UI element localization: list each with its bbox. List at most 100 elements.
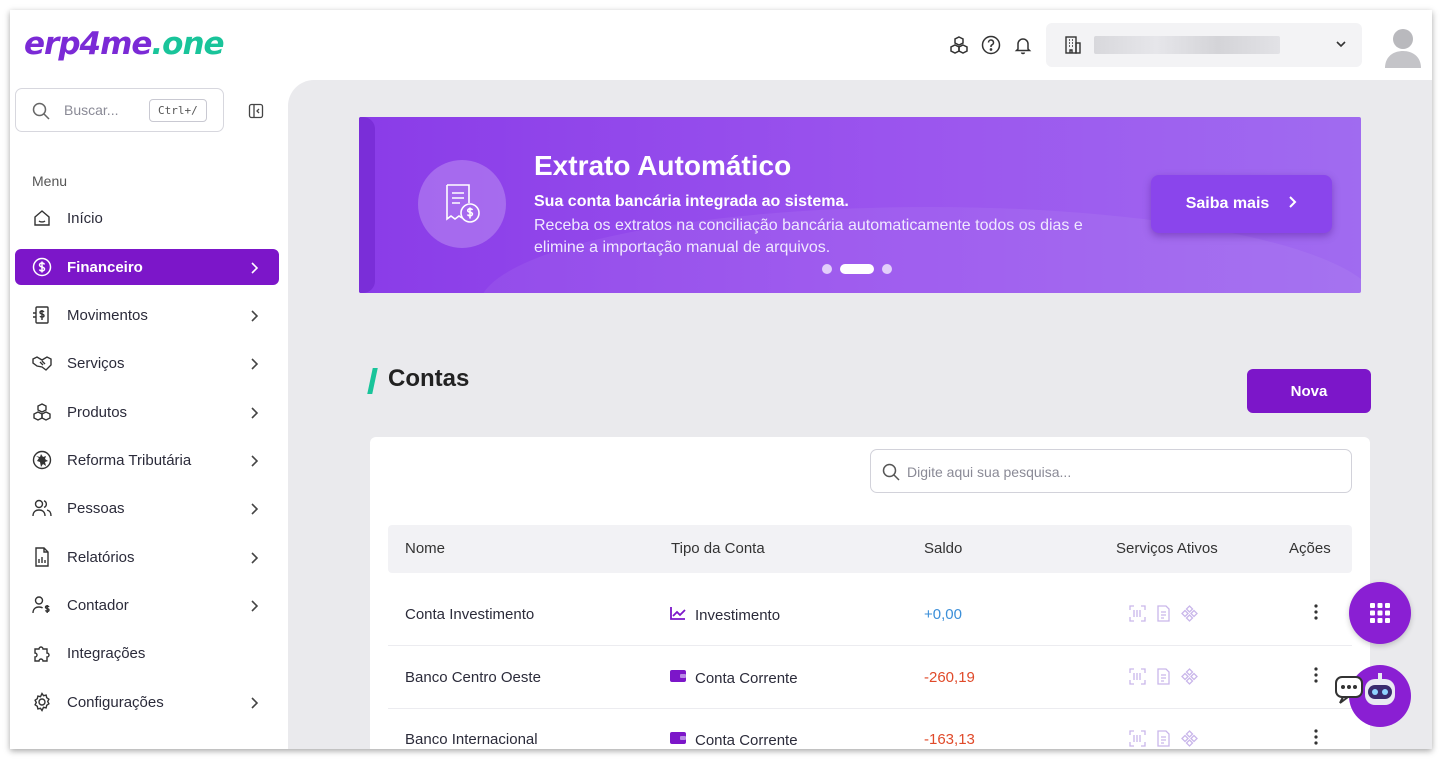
chevron-right-icon bbox=[249, 309, 259, 327]
sidebar-item-contador[interactable]: Contador bbox=[15, 587, 279, 623]
top-bar: erp4me.one bbox=[10, 10, 1432, 80]
wallet-icon bbox=[670, 731, 686, 749]
puzzle-icon bbox=[32, 643, 52, 663]
building-icon bbox=[1064, 35, 1082, 60]
column-header-saldo[interactable]: Saldo bbox=[924, 540, 962, 557]
sidebar-item-relatorios[interactable]: Relatórios bbox=[15, 539, 279, 575]
chevron-down-icon bbox=[1334, 37, 1348, 56]
sidebar-item-financeiro[interactable]: Financeiro bbox=[15, 249, 279, 285]
scan-icon bbox=[1129, 730, 1146, 749]
collapse-sidebar-icon[interactable] bbox=[248, 103, 264, 124]
wallet-icon bbox=[670, 669, 686, 687]
chevron-right-icon bbox=[249, 599, 259, 617]
app-window: erp4me.one Buscar... Ctrl+/ Menu Início … bbox=[10, 10, 1432, 749]
active-services bbox=[1129, 730, 1198, 749]
help-icon[interactable] bbox=[980, 34, 1002, 56]
sidebar-item-servicos[interactable]: Serviços bbox=[15, 345, 279, 381]
search-icon bbox=[882, 463, 900, 486]
chevron-right-icon bbox=[249, 551, 259, 569]
table-header: Nome Tipo da Conta Saldo Serviços Ativos… bbox=[388, 525, 1352, 573]
table-search-placeholder: Digite aqui sua pesquisa... bbox=[907, 464, 1072, 480]
sidebar-item-configuracoes[interactable]: Configurações bbox=[15, 684, 279, 720]
active-services bbox=[1129, 668, 1198, 690]
sidebar: Buscar... Ctrl+/ Menu Início Financeiro … bbox=[10, 80, 288, 749]
bell-icon[interactable] bbox=[1012, 34, 1034, 56]
pix-icon bbox=[1181, 605, 1198, 627]
movements-icon bbox=[32, 305, 52, 325]
company-name-redacted bbox=[1094, 36, 1280, 54]
company-selector[interactable] bbox=[1046, 23, 1362, 67]
search-icon bbox=[32, 102, 50, 125]
robot-chat-icon bbox=[1335, 665, 1411, 727]
dollar-icon bbox=[32, 257, 52, 277]
saiba-mais-button[interactable]: Saiba mais bbox=[1151, 175, 1332, 233]
sidebar-search[interactable]: Buscar... Ctrl+/ bbox=[15, 88, 224, 132]
chevron-right-icon bbox=[249, 357, 259, 375]
row-actions-icon[interactable] bbox=[1314, 667, 1318, 688]
home-icon bbox=[32, 208, 52, 228]
carousel-dot[interactable] bbox=[882, 264, 892, 274]
table-search-input[interactable]: Digite aqui sua pesquisa... bbox=[870, 449, 1352, 493]
receipt-dollar-icon bbox=[418, 160, 506, 248]
promo-banner[interactable]: Extrato Automático Sua conta bancária in… bbox=[359, 117, 1361, 293]
table-row[interactable]: Banco Internacional Conta Corrente -163,… bbox=[388, 709, 1352, 749]
modules-icon[interactable] bbox=[948, 34, 970, 56]
chevron-right-icon bbox=[249, 696, 259, 714]
main-content: Extrato Automático Sua conta bancária in… bbox=[288, 80, 1432, 749]
chevron-right-icon bbox=[1287, 195, 1297, 214]
accounts-table-card: Digite aqui sua pesquisa... Nome Tipo da… bbox=[370, 437, 1370, 749]
pix-icon bbox=[1181, 730, 1198, 749]
app-logo[interactable]: erp4me.one bbox=[24, 26, 225, 62]
column-header-servicos: Serviços Ativos bbox=[1116, 540, 1218, 557]
banner-title: Extrato Automático bbox=[534, 150, 792, 181]
sidebar-item-inicio[interactable]: Início bbox=[15, 200, 279, 236]
chevron-right-icon bbox=[249, 454, 259, 472]
chevron-right-icon bbox=[249, 261, 259, 279]
pix-icon bbox=[1181, 668, 1198, 690]
avatar[interactable] bbox=[1384, 24, 1422, 68]
chatbot-button[interactable] bbox=[1335, 665, 1413, 729]
row-actions-icon[interactable] bbox=[1314, 604, 1318, 625]
row-actions-icon[interactable] bbox=[1314, 729, 1318, 749]
banner-edge bbox=[359, 117, 375, 293]
page-title: Contas bbox=[388, 365, 470, 392]
lion-icon bbox=[32, 450, 52, 470]
active-services bbox=[1129, 605, 1198, 627]
search-shortcut: Ctrl+/ bbox=[149, 99, 207, 122]
apps-grid-button[interactable] bbox=[1349, 582, 1411, 644]
search-placeholder: Buscar... bbox=[64, 102, 119, 118]
column-header-acoes: Ações bbox=[1289, 540, 1331, 557]
column-header-nome[interactable]: Nome bbox=[405, 540, 445, 557]
carousel-dot[interactable] bbox=[822, 264, 832, 274]
column-header-tipo[interactable]: Tipo da Conta bbox=[671, 540, 765, 557]
sidebar-item-movimentos[interactable]: Movimentos bbox=[15, 297, 279, 333]
chevron-right-icon bbox=[249, 406, 259, 424]
sidebar-item-reforma-tributaria[interactable]: Reforma Tributária bbox=[15, 442, 279, 478]
chart-line-icon bbox=[670, 606, 686, 624]
banner-subtitle: Sua conta bancária integrada ao sistema. bbox=[534, 193, 849, 210]
scan-icon bbox=[1129, 668, 1146, 690]
carousel-dot-active[interactable] bbox=[840, 264, 874, 274]
grid-icon bbox=[1370, 603, 1390, 623]
table-row[interactable]: Banco Centro Oeste Conta Corrente -260,1… bbox=[388, 647, 1352, 709]
document-icon bbox=[1155, 605, 1172, 627]
chevron-right-icon bbox=[249, 502, 259, 520]
sidebar-item-integracoes[interactable]: Integrações bbox=[15, 635, 279, 671]
document-icon bbox=[1155, 668, 1172, 690]
sidebar-item-pessoas[interactable]: Pessoas bbox=[15, 490, 279, 526]
carousel-dots bbox=[822, 264, 892, 274]
menu-label: Menu bbox=[32, 173, 68, 189]
scan-icon bbox=[1129, 605, 1146, 627]
accountant-icon bbox=[32, 595, 52, 615]
report-icon bbox=[32, 547, 52, 567]
gear-icon bbox=[32, 692, 52, 712]
table-row[interactable]: Conta Investimento Investimento +0,00 bbox=[388, 584, 1352, 646]
handshake-icon bbox=[32, 353, 52, 373]
header-icons bbox=[948, 34, 1034, 56]
section-accent bbox=[367, 368, 378, 394]
nova-button[interactable]: Nova bbox=[1247, 369, 1371, 413]
people-icon bbox=[32, 498, 52, 518]
document-icon bbox=[1155, 730, 1172, 749]
banner-description: Receba os extratos na conciliação bancár… bbox=[534, 217, 1083, 256]
sidebar-item-produtos[interactable]: Produtos bbox=[15, 394, 279, 430]
